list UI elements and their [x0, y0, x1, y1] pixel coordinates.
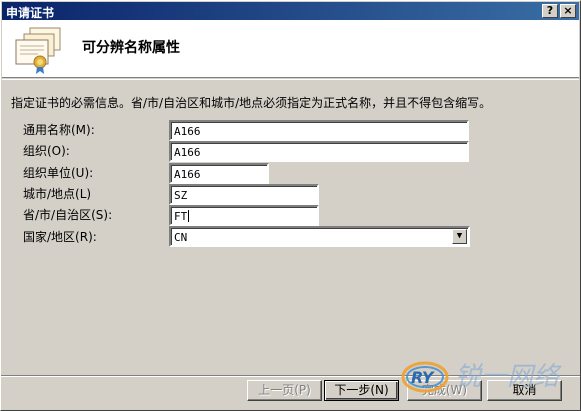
instruction-text: 指定证书的必需信息。省/市/自治区和城市/地点必须指定为正式名称，并且不得包含缩… [11, 96, 492, 110]
common-name-input[interactable]: A166 [169, 120, 469, 141]
city-label: 城市/地点(L) [23, 187, 92, 201]
org-unit-label: 组织单位(U): [23, 166, 94, 180]
country-label: 国家/地区(R): [23, 230, 97, 244]
next-button[interactable]: 下一步(N) [324, 380, 399, 401]
city-input[interactable]: SZ [169, 184, 319, 205]
organization-input[interactable]: A166 [169, 141, 469, 162]
help-button[interactable]: ? [542, 4, 558, 18]
back-button[interactable]: 上一页(P) [247, 380, 322, 401]
certificate-icon [15, 27, 61, 74]
title-bar[interactable]: 申请证书 ? × [2, 2, 579, 20]
page-heading: 可分辨名称属性 [82, 40, 180, 56]
wizard-header: 可分辨名称属性 [2, 20, 579, 78]
country-value: CN [174, 231, 188, 244]
state-value: FT [174, 210, 188, 223]
common-name-label: 通用名称(M): [23, 123, 95, 137]
organization-label: 组织(O): [23, 144, 70, 158]
text-caret [188, 210, 190, 222]
finish-button[interactable]: 完成(W) [407, 380, 482, 401]
window-title: 申请证书 [6, 6, 55, 20]
chevron-down-icon[interactable]: ▼ [452, 229, 467, 244]
country-select[interactable]: CN ▼ [169, 226, 470, 247]
header-divider [2, 79, 579, 80]
state-input[interactable]: FT [169, 205, 319, 226]
cancel-button[interactable]: 取消 [487, 380, 562, 401]
org-unit-input[interactable]: A166 [169, 163, 269, 184]
state-label: 省/市/自治区(S): [23, 208, 113, 222]
footer-divider [1, 375, 580, 377]
dialog-window: 申请证书 ? × 可分辨名称属性 指定证书的必需信息。省/市/自治区和城市/地点… [0, 0, 581, 411]
close-button[interactable]: × [560, 4, 576, 18]
